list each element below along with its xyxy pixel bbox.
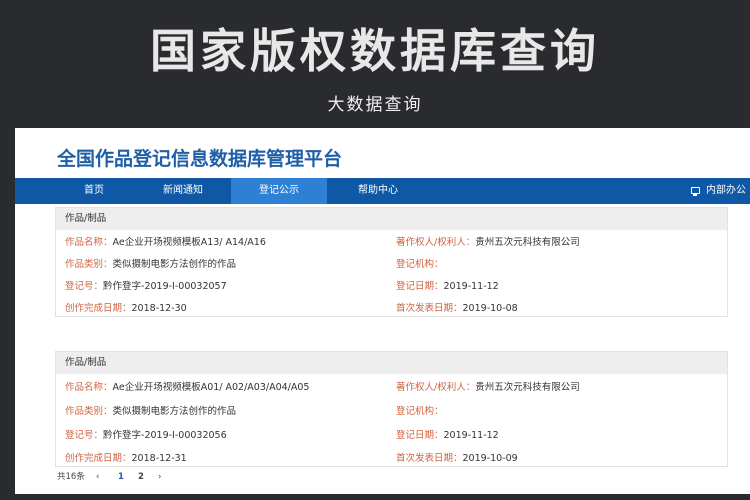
owner-value: 贵州五次元科技有限公司	[475, 237, 580, 248]
created-date-field: 创作完成日期：2018-12-30	[65, 300, 187, 314]
record-header: 作品/制品	[56, 352, 727, 374]
nav-item-registration-notice[interactable]: 登记公示	[231, 178, 327, 204]
published-date-label: 首次发表日期：	[396, 303, 463, 314]
reg-no-label: 登记号：	[65, 430, 104, 441]
top-navbar: 首页 新闻通知 登记公示 帮助中心 内部办公	[15, 178, 750, 204]
record-card-2: 作品/制品 作品名称：Ae企业开场视频模板A01/ A02/A03/A04/A0…	[55, 351, 728, 467]
agency-label: 登记机构：	[396, 406, 444, 417]
nav-item-home[interactable]: 首页	[55, 178, 133, 204]
created-date-label: 创作完成日期：	[65, 303, 132, 314]
work-name-field: 作品名称：Ae企业开场视频模板A13/ A14/A16	[65, 234, 266, 248]
reg-no-field: 登记号：黔作登字-2019-I-00032056	[65, 427, 227, 441]
agency-label: 登记机构：	[396, 259, 444, 270]
work-name-label: 作品名称：	[65, 237, 113, 248]
next-page-button[interactable]: ›	[158, 469, 161, 485]
agency-field: 登记机构：	[396, 256, 444, 270]
total-count: 共16条	[57, 472, 85, 482]
internal-office-link[interactable]: 内部办公	[691, 178, 746, 204]
record-header: 作品/制品	[56, 208, 727, 230]
owner-field: 著作权人/权利人：贵州五次元科技有限公司	[396, 234, 580, 248]
category-value: 类似摄制电影方法创作的作品	[112, 406, 237, 417]
reg-date-value: 2019-11-12	[443, 430, 499, 441]
category-value: 类似摄制电影方法创作的作品	[112, 259, 237, 270]
page-2-button[interactable]: 2	[138, 469, 144, 485]
internal-office-label: 内部办公	[706, 185, 746, 196]
reg-no-field: 登记号：黔作登字-2019-I-00032057	[65, 278, 227, 292]
published-date-field: 首次发表日期：2019-10-09	[396, 450, 518, 464]
created-date-label: 创作完成日期：	[65, 453, 132, 464]
work-name-field: 作品名称：Ae企业开场视频模板A01/ A02/A03/A04/A05	[65, 379, 309, 393]
prev-page-button[interactable]: ‹	[96, 469, 99, 485]
reg-date-label: 登记日期：	[396, 430, 444, 441]
monitor-icon	[691, 187, 700, 196]
owner-label: 著作权人/权利人：	[396, 382, 476, 393]
published-date-field: 首次发表日期：2019-10-08	[396, 300, 518, 314]
owner-value: 贵州五次元科技有限公司	[475, 382, 580, 393]
created-date-field: 创作完成日期：2018-12-31	[65, 450, 187, 464]
category-field: 作品类别：类似摄制电影方法创作的作品	[65, 403, 236, 417]
screenshot-panel: 全国作品登记信息数据库管理平台 首页 新闻通知 登记公示 帮助中心 内部办公 作…	[15, 128, 750, 494]
nav-item-help[interactable]: 帮助中心	[333, 178, 423, 204]
owner-field: 著作权人/权利人：贵州五次元科技有限公司	[396, 379, 580, 393]
record-card-1: 作品/制品 作品名称：Ae企业开场视频模板A13/ A14/A16 著作权人/权…	[55, 207, 728, 317]
nav-item-news[interactable]: 新闻通知	[143, 178, 223, 204]
created-date-value: 2018-12-30	[131, 303, 187, 314]
category-label: 作品类别：	[65, 406, 113, 417]
platform-title: 全国作品登记信息数据库管理平台	[57, 148, 343, 170]
category-label: 作品类别：	[65, 259, 113, 270]
banner-title: 国家版权数据库查询	[150, 24, 600, 78]
reg-no-value: 黔作登字-2019-I-00032057	[103, 281, 227, 292]
reg-date-value: 2019-11-12	[443, 281, 499, 292]
category-field: 作品类别：类似摄制电影方法创作的作品	[65, 256, 236, 270]
reg-no-label: 登记号：	[65, 281, 104, 292]
published-date-value: 2019-10-08	[462, 303, 518, 314]
work-name-value: Ae企业开场视频模板A01/ A02/A03/A04/A05	[112, 382, 310, 393]
reg-date-field: 登记日期：2019-11-12	[396, 427, 499, 441]
work-name-label: 作品名称：	[65, 382, 113, 393]
page-1-button[interactable]: 1	[118, 469, 124, 485]
agency-field: 登记机构：	[396, 403, 444, 417]
banner-subtitle: 大数据查询	[327, 95, 423, 115]
owner-label: 著作权人/权利人：	[396, 237, 476, 248]
reg-date-field: 登记日期：2019-11-12	[396, 278, 499, 292]
published-date-value: 2019-10-09	[462, 453, 518, 464]
work-name-value: Ae企业开场视频模板A13/ A14/A16	[112, 237, 266, 248]
reg-no-value: 黔作登字-2019-I-00032056	[103, 430, 227, 441]
published-date-label: 首次发表日期：	[396, 453, 463, 464]
reg-date-label: 登记日期：	[396, 281, 444, 292]
created-date-value: 2018-12-31	[131, 453, 187, 464]
